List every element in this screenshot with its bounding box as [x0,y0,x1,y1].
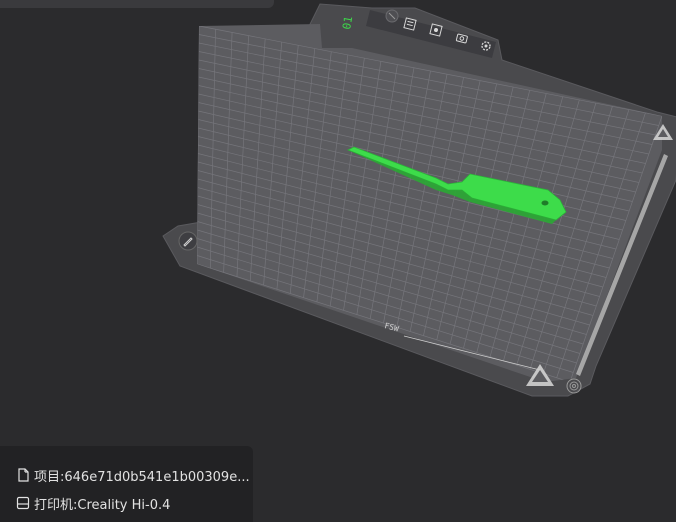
project-info: 项目:646e71d0b541e1b00309e... [16,466,250,485]
model-hole [541,200,549,206]
printer-info: 打印机:Creality Hi-0.4 [16,494,171,513]
edit-plate-icon[interactable] [178,231,198,251]
build-plate-scene[interactable]: 01 FSW [0,0,676,522]
file-icon [16,468,30,482]
plate-number: 01 [340,15,355,30]
printer-label: 打印机:Creality Hi-0.4 [34,497,171,513]
project-label: 项目:646e71d0b541e1b00309e... [34,469,250,485]
printer-icon [16,496,30,510]
3d-viewport[interactable]: 01 FSW 项目:646e71d0b541e1b00309e... 打印机:C… [0,0,676,522]
lock-plate-icon[interactable] [385,9,399,23]
